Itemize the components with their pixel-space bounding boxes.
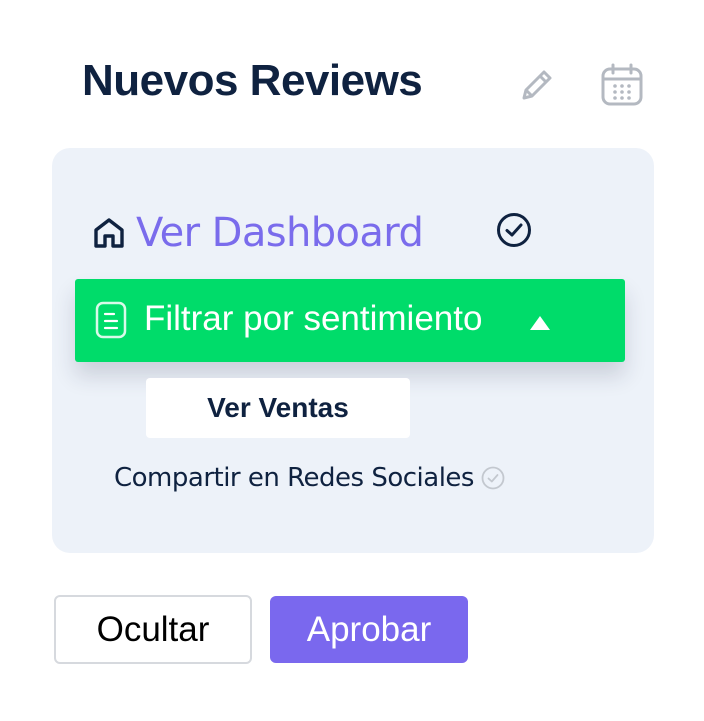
document-icon — [95, 301, 127, 339]
approve-button[interactable]: Aprobar — [270, 596, 468, 663]
page-title: Nuevos Reviews — [82, 56, 423, 105]
hide-button[interactable]: Ocultar — [54, 595, 252, 664]
check-circle-icon — [497, 213, 531, 247]
pencil-icon[interactable] — [516, 64, 558, 106]
caret-up-icon — [530, 316, 550, 330]
share-label: Compartir en Redes Sociales — [114, 463, 474, 493]
filter-sentiment-button[interactable]: Filtrar por sentimiento — [75, 279, 625, 362]
menu-item-dashboard[interactable]: Ver Dashboard — [92, 205, 424, 261]
dashboard-link[interactable]: Ver Dashboard — [136, 210, 424, 256]
menu-item-share[interactable]: Compartir en Redes Sociales — [114, 458, 506, 498]
calendar-icon[interactable] — [599, 62, 645, 108]
home-icon — [94, 218, 124, 248]
filter-sentiment-label: Filtrar por sentimiento — [144, 299, 483, 338]
view-sales-button[interactable]: Ver Ventas — [146, 378, 410, 438]
check-circle-icon — [481, 466, 505, 490]
